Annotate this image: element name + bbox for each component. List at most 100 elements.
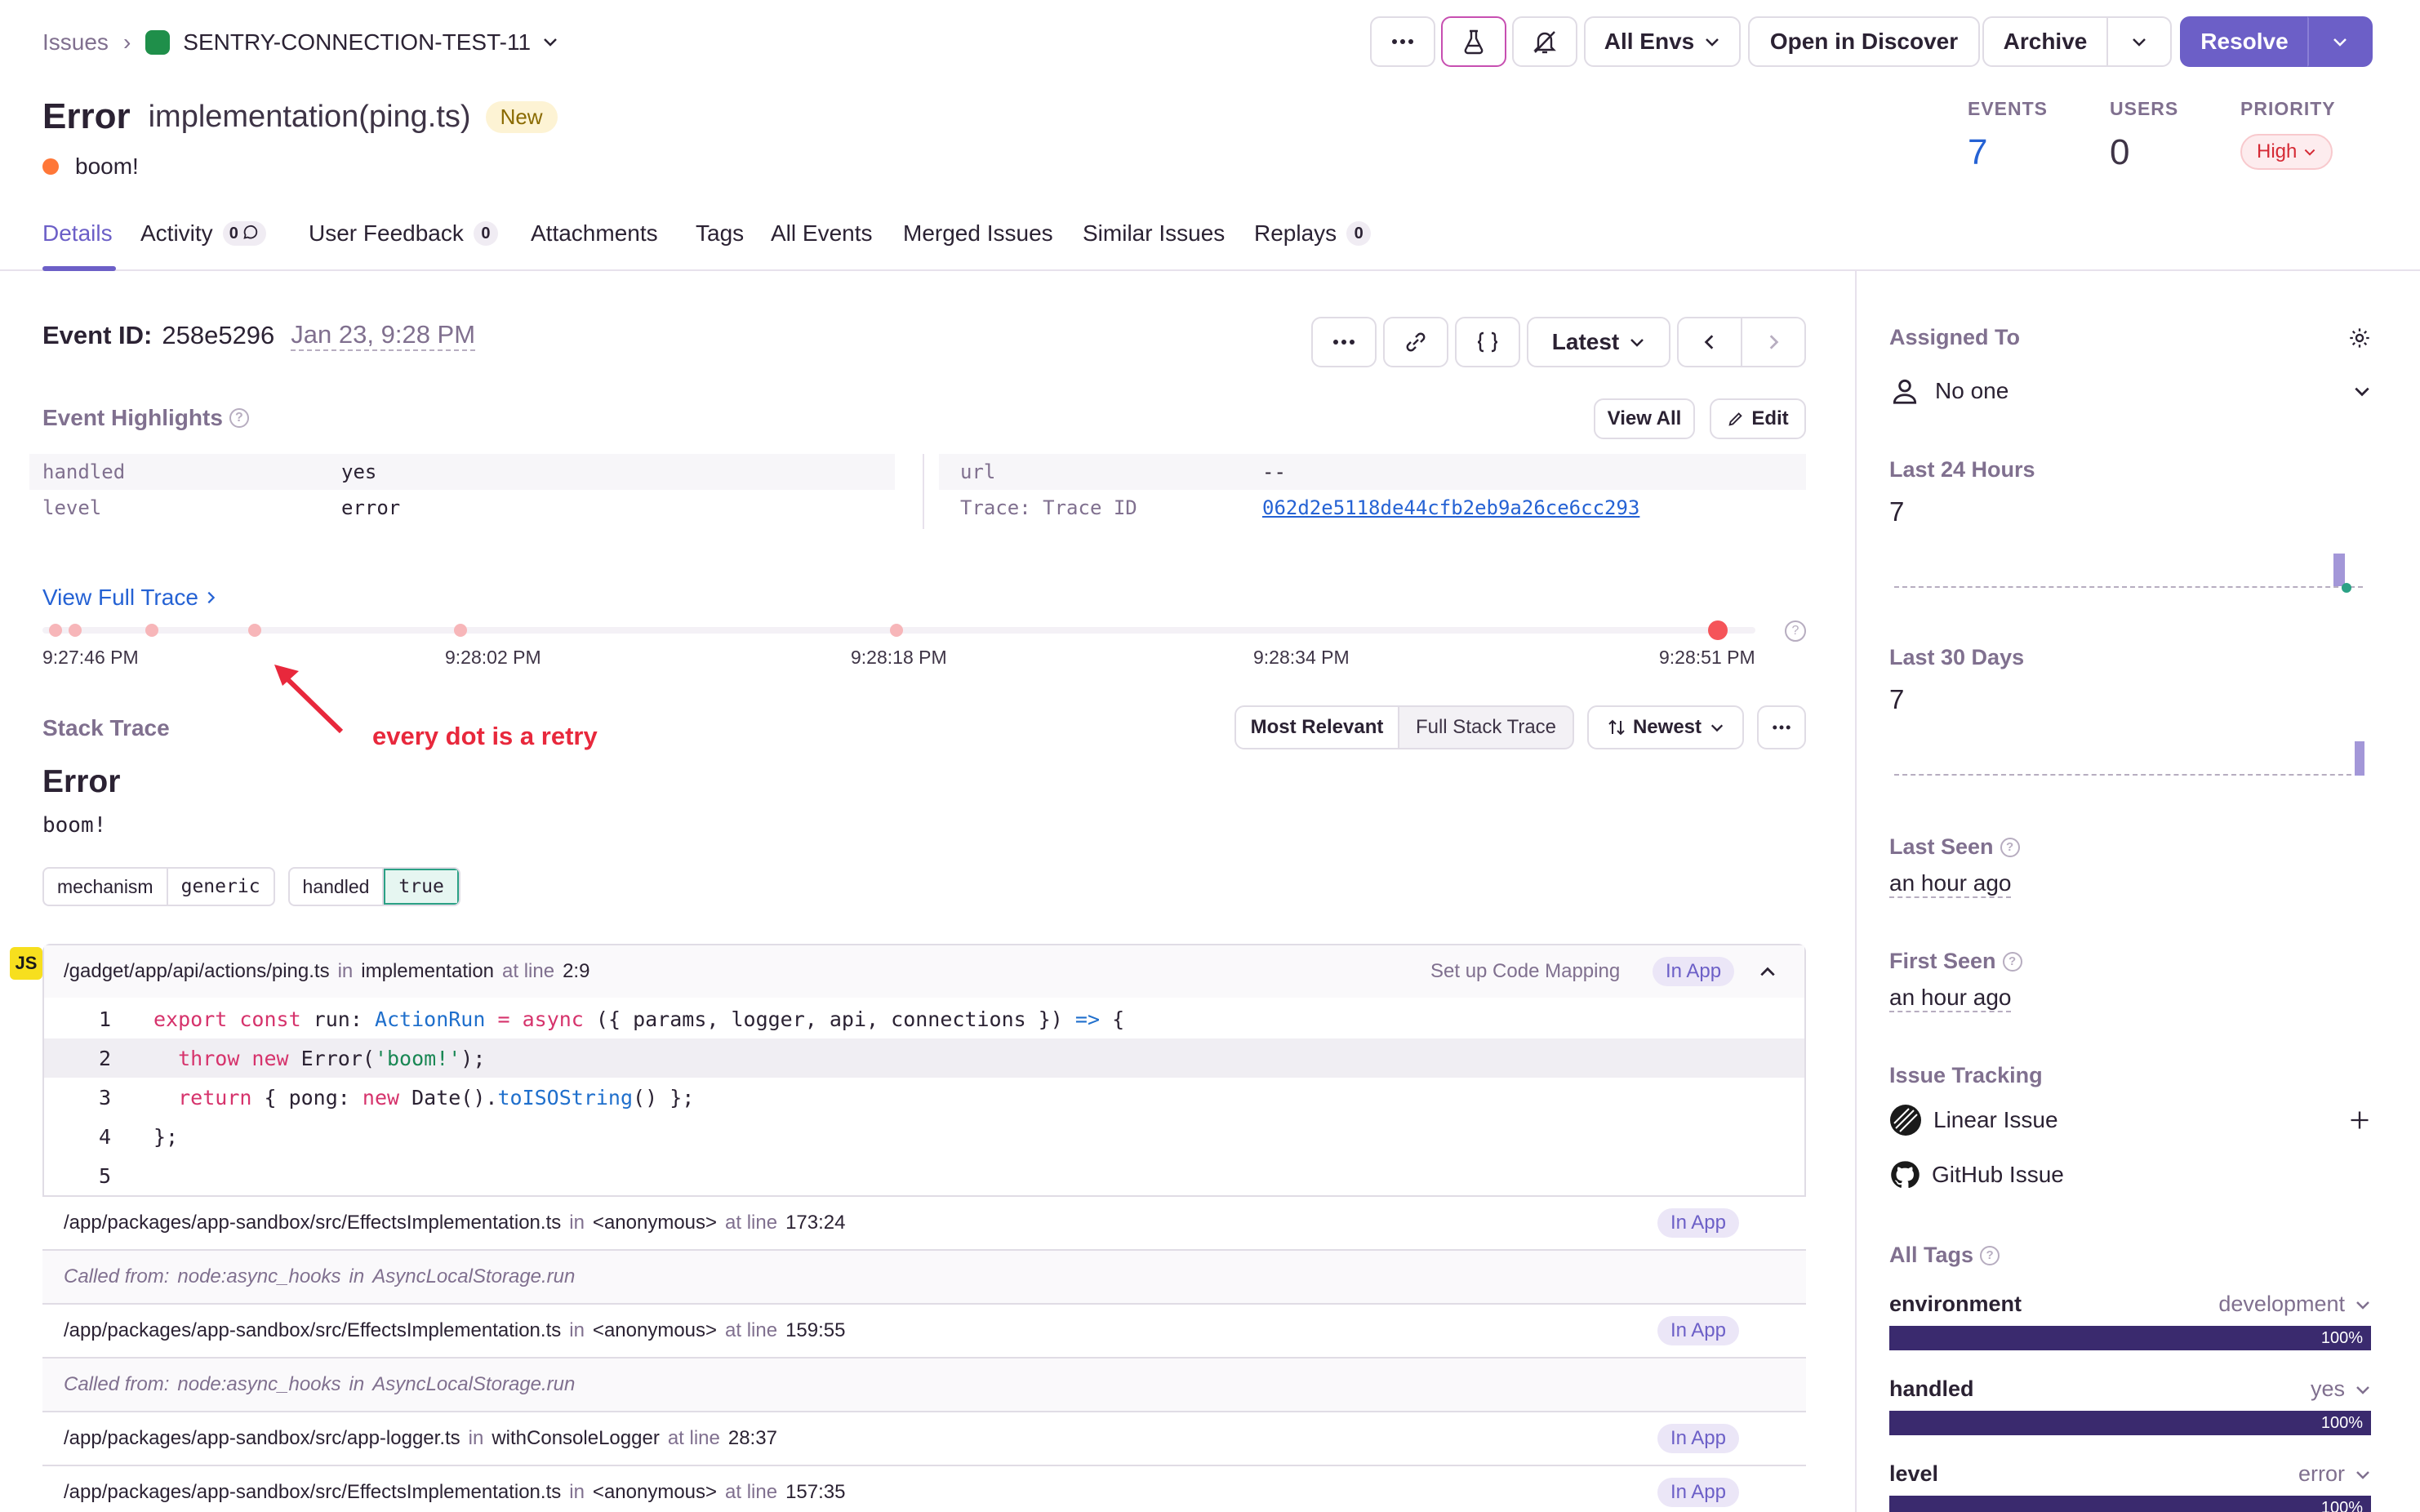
json-button[interactable] [1455, 317, 1520, 367]
help-icon[interactable]: ? [2000, 837, 2020, 857]
tab-activity[interactable]: Activity 0 [140, 220, 266, 247]
tab-tags[interactable]: Tags [696, 220, 744, 247]
sort-order-dropdown[interactable]: Newest [1587, 705, 1744, 749]
collapse-chevron-icon[interactable] [1759, 963, 1777, 981]
resolve-options-button[interactable] [2307, 16, 2373, 67]
highlight-value: -- [1262, 460, 1286, 483]
previous-event-button[interactable] [1677, 317, 1742, 367]
chevron-down-icon[interactable] [542, 29, 558, 56]
help-icon[interactable]: ? [229, 408, 249, 428]
mute-button[interactable] [1512, 16, 1577, 67]
copy-link-button[interactable] [1383, 317, 1448, 367]
full-stack-trace-toggle[interactable]: Full Stack Trace [1399, 707, 1573, 748]
events-stat-value[interactable]: 7 [1968, 132, 1987, 173]
help-icon[interactable]: ? [2002, 951, 2022, 972]
more-actions-button[interactable] [1370, 16, 1435, 67]
last-seen-value[interactable]: an hour ago [1889, 870, 2012, 898]
frame-line-number: 173:24 [785, 1212, 846, 1234]
last-30-days-count: 7 [1889, 684, 1905, 714]
archive-button[interactable]: Archive [1982, 16, 2108, 67]
help-icon[interactable]: ? [1980, 1245, 2000, 1265]
trace-event-dot[interactable] [145, 624, 158, 637]
breadcrumb-issues-link[interactable]: Issues [42, 29, 109, 56]
tag-value-dropdown[interactable]: yes [2311, 1376, 2371, 1402]
first-seen-value[interactable]: an hour ago [1889, 985, 2012, 1012]
archive-options-button[interactable] [2106, 16, 2172, 67]
stack-frame-row[interactable]: /app/packages/app-sandbox/src/EffectsImp… [42, 1303, 1806, 1357]
tab-user-feedback[interactable]: User Feedback 0 [309, 220, 498, 247]
trace-event-dot[interactable] [49, 624, 62, 637]
trace-event-dot[interactable] [890, 624, 903, 637]
last-24-hours-bar[interactable] [2333, 554, 2345, 586]
called-from-row: Called from: node:async_hooks in AsyncLocal… [42, 1357, 1806, 1411]
chevron-right-icon: › [122, 29, 131, 55]
view-full-trace-label: View Full Trace [42, 585, 198, 610]
event-id-value[interactable]: 258e5296 [162, 321, 274, 350]
tab-details[interactable]: Details [42, 220, 113, 247]
tab-replays[interactable]: Replays 0 [1254, 220, 1372, 247]
view-full-trace-link[interactable]: View Full Trace [42, 585, 218, 611]
stack-frame-row[interactable]: /app/packages/app-sandbox/src/EffectsImp… [42, 1195, 1806, 1249]
tab-attachments[interactable]: Attachments [531, 220, 658, 247]
priority-dropdown[interactable]: High [2240, 134, 2333, 170]
highlight-value[interactable]: 062d2e5118de44cfb2eb9a26ce6cc293 [1262, 496, 1639, 519]
priority-label: PRIORITY [2240, 98, 2336, 119]
stack-frame-row[interactable]: /app/packages/app-sandbox/src/app-logger… [42, 1411, 1806, 1465]
highlight-row-level: level error [42, 490, 892, 526]
environment-dropdown[interactable]: All Envs [1584, 16, 1741, 67]
linear-issue-link[interactable]: Linear Issue [1889, 1104, 2058, 1136]
exception-tag-mechanism[interactable]: mechanism generic [42, 867, 275, 906]
tab-similar-issues[interactable]: Similar Issues [1083, 220, 1225, 247]
tag-value-dropdown[interactable]: development [2218, 1292, 2371, 1317]
tag-distribution-bar[interactable]: 100% [1889, 1411, 2371, 1435]
in-word: in [569, 1212, 585, 1234]
new-badge: New [485, 100, 558, 133]
open-in-discover-label: Open in Discover [1769, 29, 1959, 54]
open-in-discover-button[interactable]: Open in Discover [1748, 16, 1980, 67]
in-app-label: In App [1670, 1427, 1726, 1449]
setup-code-mapping-link[interactable]: Set up Code Mapping [1430, 960, 1620, 983]
issue-title: Error implementation(ping.ts) New [42, 96, 558, 137]
stack-trace-title: Stack Trace [42, 715, 170, 740]
trace-current-event-dot[interactable] [1708, 620, 1728, 640]
chevron-left-icon [1704, 335, 1714, 349]
tag-top-value: error [2298, 1461, 2345, 1486]
github-issue-link[interactable]: GitHub Issue [1889, 1159, 2064, 1190]
in-app-badge: In App [1657, 1208, 1739, 1238]
frame-in-word: in [337, 960, 354, 982]
event-date[interactable]: Jan 23, 9:28 PM [291, 320, 476, 351]
stack-frame-row[interactable]: /app/packages/app-sandbox/src/EffectsImp… [42, 1465, 1806, 1512]
called-from-label: Called from: [64, 1265, 170, 1287]
view-all-highlights-button[interactable]: View All [1594, 398, 1695, 439]
most-relevant-toggle[interactable]: Most Relevant [1236, 707, 1399, 748]
trace-help-icon[interactable]: ? [1785, 620, 1806, 642]
tab-merged-issues[interactable]: Merged Issues [903, 220, 1053, 247]
in-word: in [349, 1373, 365, 1395]
project-name[interactable]: SENTRY-CONNECTION-TEST-11 [183, 29, 531, 56]
resolve-button[interactable]: Resolve [2180, 16, 2309, 67]
next-event-button[interactable] [1741, 317, 1806, 367]
settings-gear-icon[interactable] [2348, 327, 2371, 349]
tag-distribution-bar[interactable]: 100% [1889, 1496, 2371, 1512]
last-30-days-bar[interactable] [2355, 741, 2364, 776]
stack-options-button[interactable] [1757, 705, 1806, 749]
flask-icon [1464, 29, 1484, 55]
tag-value-dropdown[interactable]: error [2298, 1461, 2371, 1487]
assignee-dropdown[interactable]: No one [1889, 372, 2371, 410]
tag-name-environment: environment [1889, 1292, 2022, 1316]
in-word: in [569, 1481, 585, 1503]
exception-tag-handled[interactable]: handled true [287, 867, 460, 906]
code-line-5: 5 [44, 1156, 1804, 1195]
edit-highlights-button[interactable]: Edit [1710, 398, 1806, 439]
tag-top-value: development [2218, 1292, 2345, 1316]
add-linear-issue-icon[interactable] [2348, 1109, 2371, 1132]
trace-event-dot[interactable] [454, 624, 467, 637]
trace-event-dot[interactable] [69, 624, 82, 637]
tag-distribution-bar[interactable]: 100% [1889, 1326, 2371, 1350]
experimental-button[interactable] [1441, 16, 1506, 67]
event-actions-button[interactable] [1311, 317, 1377, 367]
trace-event-dot[interactable] [248, 624, 261, 637]
latest-label: Latest [1551, 329, 1620, 354]
latest-event-dropdown[interactable]: Latest [1527, 317, 1670, 367]
tab-all-events[interactable]: All Events [771, 220, 873, 247]
